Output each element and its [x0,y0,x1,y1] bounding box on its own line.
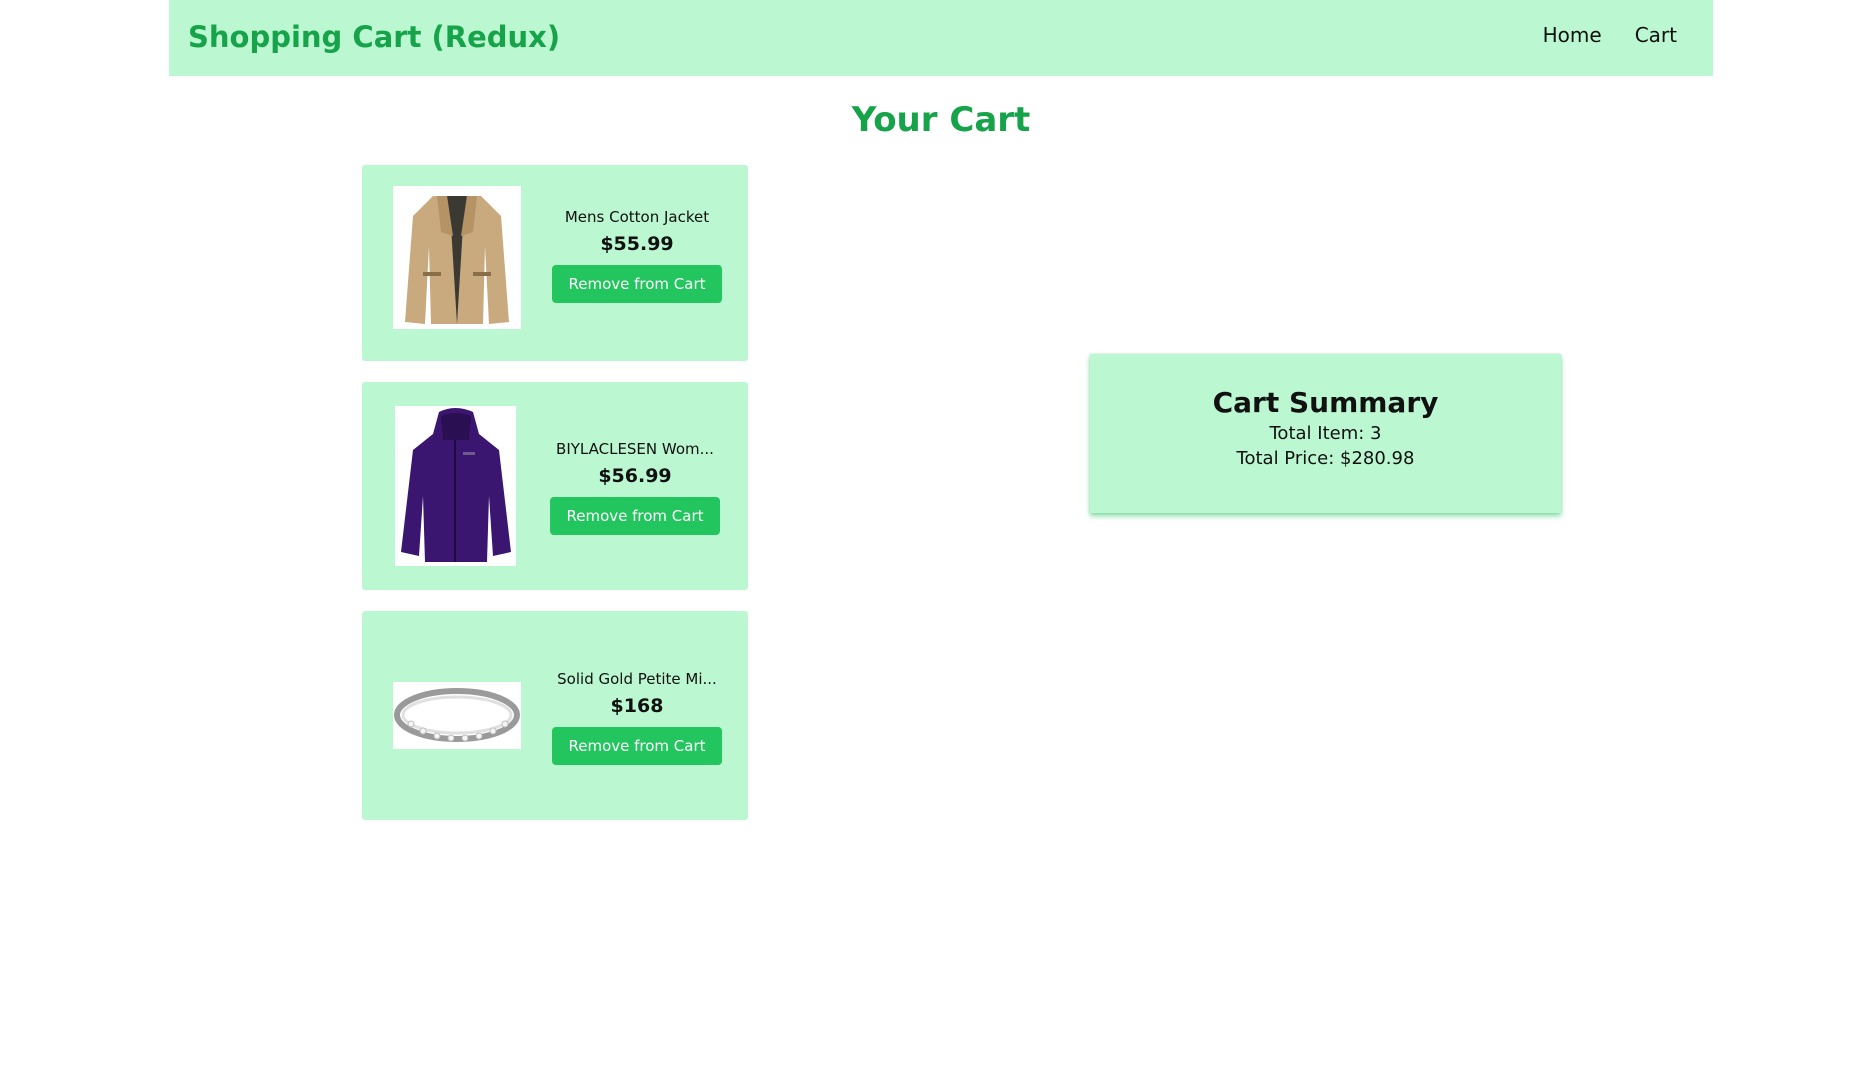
total-price: Total Price: $280.98 [1236,448,1415,469]
item-info: Solid Gold Petite Mi... $168 Remove from… [542,670,732,765]
remove-from-cart-button[interactable]: Remove from Cart [552,265,722,303]
nav-cart-link[interactable]: Cart [1635,23,1677,47]
cart-item-card: Solid Gold Petite Mi... $168 Remove from… [362,611,748,820]
nav-home-link[interactable]: Home [1543,23,1602,47]
brand-title[interactable]: Shopping Cart (Redux) [188,20,560,54]
item-name: BIYLACLESEN Wom... [556,440,714,458]
cart-summary-panel: Cart Summary Total Item: 3 Total Price: … [1090,354,1561,513]
page: Shopping Cart (Redux) Home Cart Your Car… [0,0,1872,1070]
item-info: Mens Cotton Jacket $55.99 Remove from Ca… [542,208,732,303]
cart-summary-title: Cart Summary [1212,386,1439,419]
cart-item-card: BIYLACLESEN Wom... $56.99 Remove from Ca… [362,382,748,590]
item-price: $168 [610,695,664,717]
navbar: Shopping Cart (Redux) Home Cart [169,0,1713,76]
cart-item-card: Mens Cotton Jacket $55.99 Remove from Ca… [362,165,748,361]
remove-from-cart-button[interactable]: Remove from Cart [552,727,722,765]
remove-from-cart-button[interactable]: Remove from Cart [550,497,720,535]
item-price: $55.99 [600,233,674,255]
item-price: $56.99 [598,465,672,487]
nav-links: Home Cart [1543,23,1677,47]
total-items: Total Item: 3 [1269,423,1382,444]
item-name: Mens Cotton Jacket [564,208,710,226]
page-title: Your Cart [851,100,1031,140]
item-info: BIYLACLESEN Wom... $56.99 Remove from Ca… [540,440,730,535]
purple-jacket-image [395,406,516,566]
item-name: Solid Gold Petite Mi... [557,670,717,688]
jacket-image [393,186,521,329]
ring-image [393,682,521,749]
